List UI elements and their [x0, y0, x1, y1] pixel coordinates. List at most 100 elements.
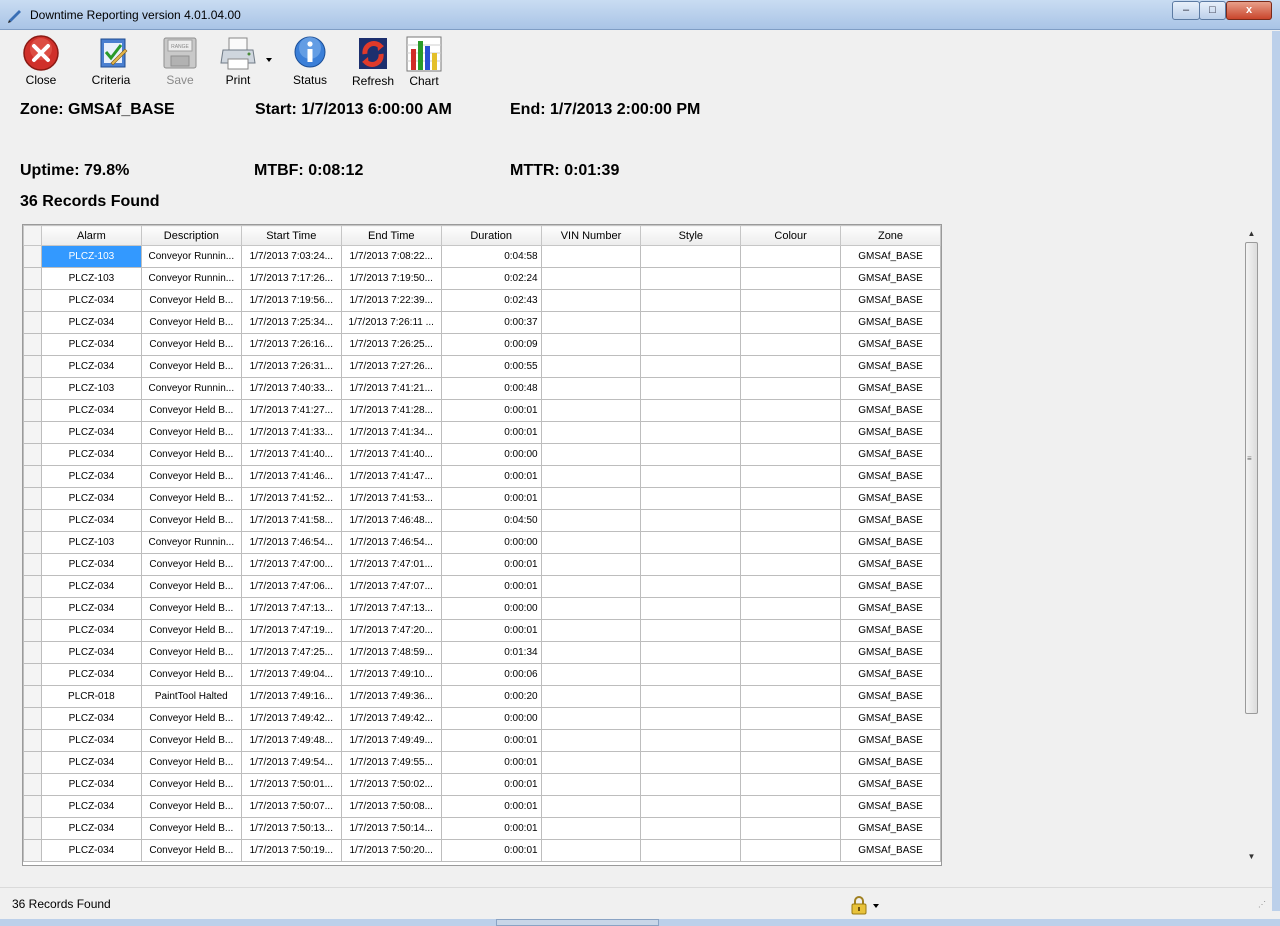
cell-dur[interactable]: 0:00:00 — [440, 531, 542, 554]
cell-start[interactable]: 1/7/2013 7:47:06... — [240, 575, 342, 598]
cell-colour[interactable] — [740, 311, 842, 334]
row-header[interactable] — [23, 377, 42, 400]
cell-alarm[interactable]: PLCZ-034 — [40, 465, 142, 488]
cell-dur[interactable]: 0:00:20 — [440, 685, 542, 708]
cell-vin[interactable] — [540, 597, 642, 620]
cell-desc[interactable]: Conveyor Held B... — [140, 619, 242, 642]
cell-colour[interactable] — [740, 597, 842, 620]
cell-colour[interactable] — [740, 355, 842, 378]
cell-style[interactable] — [640, 245, 742, 268]
status-button[interactable]: Status — [280, 35, 340, 89]
cell-end[interactable]: 1/7/2013 7:47:07... — [340, 575, 442, 598]
scroll-down-arrow-icon[interactable]: ▼ — [1243, 848, 1260, 865]
cell-dur[interactable]: 0:00:01 — [440, 399, 542, 422]
print-button[interactable]: Print — [208, 35, 268, 89]
row-header[interactable] — [23, 465, 42, 488]
cell-alarm[interactable]: PLCZ-034 — [40, 707, 142, 730]
row-header[interactable] — [23, 795, 42, 818]
cell-desc[interactable]: Conveyor Runnin... — [140, 377, 242, 400]
table-row[interactable]: PLCZ-034 Conveyor Held B... 1/7/2013 7:25:… — [23, 311, 941, 334]
cell-dur[interactable]: 0:02:24 — [440, 267, 542, 290]
table-row[interactable]: PLCZ-103 Conveyor Runnin... 1/7/2013 7:46:… — [23, 531, 941, 554]
cell-vin[interactable] — [540, 751, 642, 774]
cell-dur[interactable]: 0:00:01 — [440, 795, 542, 818]
cell-desc[interactable]: Conveyor Held B... — [140, 817, 242, 840]
cell-style[interactable] — [640, 355, 742, 378]
cell-end[interactable]: 1/7/2013 7:26:11 ... — [340, 311, 442, 334]
cell-alarm[interactable]: PLCZ-034 — [40, 421, 142, 444]
cell-style[interactable] — [640, 487, 742, 510]
cell-start[interactable]: 1/7/2013 7:40:33... — [240, 377, 342, 400]
column-header[interactable]: End Time — [340, 225, 442, 246]
table-row[interactable]: PLCZ-034 Conveyor Held B... 1/7/2013 7:49:… — [23, 663, 941, 686]
row-header[interactable] — [23, 619, 42, 642]
cell-start[interactable]: 1/7/2013 7:26:16... — [240, 333, 342, 356]
table-row[interactable]: PLCZ-103 Conveyor Runnin... 1/7/2013 7:40:… — [23, 377, 941, 400]
cell-zone[interactable]: GMSAf_BASE — [840, 531, 941, 554]
table-row[interactable]: PLCZ-103 Conveyor Runnin... 1/7/2013 7:17:… — [23, 267, 941, 290]
row-header[interactable] — [23, 839, 42, 862]
cell-desc[interactable]: Conveyor Held B... — [140, 773, 242, 796]
cell-style[interactable] — [640, 575, 742, 598]
cell-style[interactable] — [640, 311, 742, 334]
cell-start[interactable]: 1/7/2013 7:50:19... — [240, 839, 342, 862]
cell-vin[interactable] — [540, 707, 642, 730]
cell-start[interactable]: 1/7/2013 7:41:27... — [240, 399, 342, 422]
table-row[interactable]: PLCZ-034 Conveyor Held B... 1/7/2013 7:47:… — [23, 619, 941, 642]
cell-alarm[interactable]: PLCZ-034 — [40, 289, 142, 312]
cell-dur[interactable]: 0:00:01 — [440, 553, 542, 576]
cell-alarm[interactable]: PLCZ-034 — [40, 663, 142, 686]
table-row[interactable]: PLCZ-034 Conveyor Held B... 1/7/2013 7:19:… — [23, 289, 941, 312]
cell-start[interactable]: 1/7/2013 7:17:26... — [240, 267, 342, 290]
cell-colour[interactable] — [740, 399, 842, 422]
cell-style[interactable] — [640, 773, 742, 796]
cell-alarm[interactable]: PLCZ-103 — [40, 267, 142, 290]
cell-style[interactable] — [640, 531, 742, 554]
row-header[interactable] — [23, 509, 42, 532]
table-row[interactable]: PLCZ-034 Conveyor Held B... 1/7/2013 7:49:… — [23, 751, 941, 774]
cell-alarm[interactable]: PLCZ-034 — [40, 619, 142, 642]
row-header[interactable] — [23, 267, 42, 290]
cell-end[interactable]: 1/7/2013 7:46:48... — [340, 509, 442, 532]
cell-zone[interactable]: GMSAf_BASE — [840, 773, 941, 796]
cell-zone[interactable]: GMSAf_BASE — [840, 619, 941, 642]
cell-zone[interactable]: GMSAf_BASE — [840, 421, 941, 444]
cell-vin[interactable] — [540, 839, 642, 862]
cell-alarm[interactable]: PLCZ-103 — [40, 245, 142, 268]
cell-start[interactable]: 1/7/2013 7:41:40... — [240, 443, 342, 466]
cell-colour[interactable] — [740, 795, 842, 818]
cell-vin[interactable] — [540, 685, 642, 708]
row-header[interactable] — [23, 245, 42, 268]
cell-zone[interactable]: GMSAf_BASE — [840, 729, 941, 752]
cell-style[interactable] — [640, 289, 742, 312]
cell-zone[interactable]: GMSAf_BASE — [840, 795, 941, 818]
vertical-scrollbar[interactable]: ▲ ≡ ▼ — [1243, 225, 1260, 865]
cell-colour[interactable] — [740, 751, 842, 774]
cell-alarm[interactable]: PLCZ-103 — [40, 377, 142, 400]
cell-zone[interactable]: GMSAf_BASE — [840, 465, 941, 488]
cell-zone[interactable]: GMSAf_BASE — [840, 707, 941, 730]
cell-colour[interactable] — [740, 619, 842, 642]
cell-colour[interactable] — [740, 663, 842, 686]
cell-vin[interactable] — [540, 729, 642, 752]
cell-end[interactable]: 1/7/2013 7:08:22... — [340, 245, 442, 268]
cell-dur[interactable]: 0:00:48 — [440, 377, 542, 400]
cell-zone[interactable]: GMSAf_BASE — [840, 267, 941, 290]
cell-desc[interactable]: Conveyor Held B... — [140, 443, 242, 466]
size-grip-icon[interactable]: ⋰ — [1258, 901, 1270, 915]
cell-end[interactable]: 1/7/2013 7:49:42... — [340, 707, 442, 730]
cell-zone[interactable]: GMSAf_BASE — [840, 597, 941, 620]
cell-start[interactable]: 1/7/2013 7:03:24... — [240, 245, 342, 268]
cell-desc[interactable]: Conveyor Held B... — [140, 465, 242, 488]
cell-desc[interactable]: Conveyor Held B... — [140, 399, 242, 422]
cell-end[interactable]: 1/7/2013 7:49:49... — [340, 729, 442, 752]
table-row[interactable]: PLCR-018 PaintTool Halted 1/7/2013 7:49:16… — [23, 685, 941, 708]
row-header[interactable] — [23, 443, 42, 466]
cell-vin[interactable] — [540, 443, 642, 466]
cell-start[interactable]: 1/7/2013 7:47:13... — [240, 597, 342, 620]
cell-zone[interactable]: GMSAf_BASE — [840, 641, 941, 664]
cell-start[interactable]: 1/7/2013 7:41:52... — [240, 487, 342, 510]
cell-style[interactable] — [640, 795, 742, 818]
cell-colour[interactable] — [740, 465, 842, 488]
cell-desc[interactable]: Conveyor Held B... — [140, 509, 242, 532]
